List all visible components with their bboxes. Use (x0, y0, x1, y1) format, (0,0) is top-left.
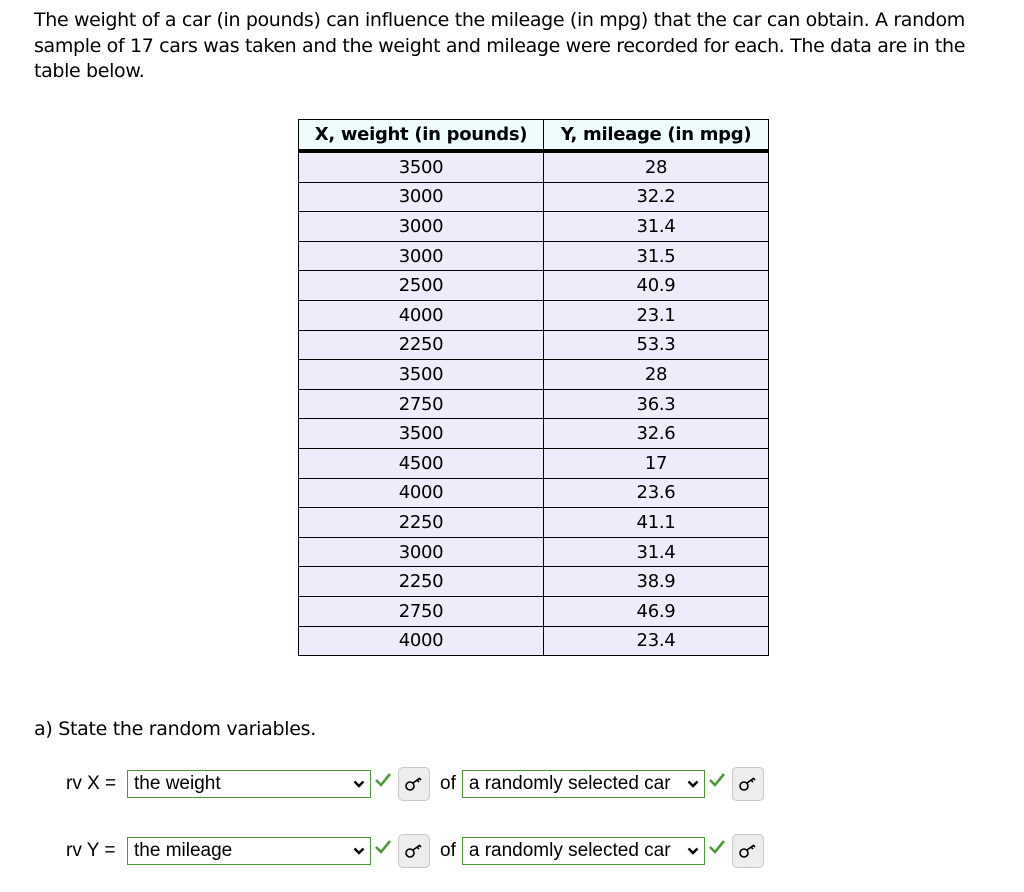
table-row: 2250 38.9 (298, 566, 769, 597)
mileage-cell: 28 (543, 150, 769, 183)
mileage-cell: 36.3 (543, 388, 769, 420)
weight-cell: 2500 (298, 270, 544, 301)
table-row: 3000 31.5 (298, 240, 769, 272)
table-row: 4500 17 (298, 447, 769, 479)
key-button[interactable] (731, 767, 764, 801)
chevron-down-icon (353, 780, 365, 788)
mileage-cell: 32.2 (543, 181, 769, 213)
mileage-cell: 53.3 (543, 329, 769, 361)
mileage-cell: 31.4 (543, 536, 769, 568)
rv-x-variable-select[interactable]: the weight (127, 770, 371, 798)
check-icon (375, 840, 392, 854)
data-table: X, weight (in pounds) Y, mileage (in mpg… (298, 119, 769, 657)
mileage-cell: 31.5 (543, 240, 769, 272)
mileage-cell: 17 (543, 447, 769, 479)
problem-statement: The weight of a car (in pounds) can infl… (34, 9, 966, 82)
rv-x-population-select[interactable]: a randomly selected car (461, 770, 705, 798)
mileage-cell: 46.9 (543, 595, 769, 627)
weight-cell: 4500 (298, 447, 544, 479)
chevron-down-icon (353, 847, 365, 855)
rv-x-row: rv X = the weight of a randomly selected… (66, 767, 764, 801)
weight-cell: 3500 (298, 359, 544, 390)
mileage-cell: 38.9 (543, 566, 769, 597)
rv-y-label: rv Y = (66, 840, 116, 861)
rv-y-population-value: a randomly selected car (468, 840, 671, 861)
mileage-cell: 41.1 (543, 507, 769, 538)
chevron-down-icon (687, 780, 699, 788)
weight-cell: 2250 (298, 507, 544, 538)
of-connector: of (440, 840, 456, 861)
weight-cell: 3500 (298, 418, 544, 449)
key-button[interactable] (731, 834, 764, 868)
rv-x-variable-value: the weight (134, 773, 221, 794)
mileage-cell: 40.9 (543, 270, 769, 301)
table-row: 2250 53.3 (298, 329, 769, 361)
weight-cell: 3000 (298, 181, 544, 213)
rv-y-population-select[interactable]: a randomly selected car (461, 837, 705, 865)
weight-cell: 3000 (298, 536, 544, 568)
weight-cell: 3000 (298, 211, 544, 242)
weight-cell: 2250 (298, 566, 544, 597)
weight-cell: 3000 (298, 240, 544, 272)
weight-cell: 2250 (298, 329, 544, 361)
key-icon (739, 844, 756, 858)
table-row: 3000 31.4 (298, 536, 769, 568)
key-icon (405, 844, 422, 858)
key-button[interactable] (398, 767, 430, 801)
rv-x-label: rv X = (66, 773, 117, 794)
weight-cell: 3500 (298, 150, 544, 183)
table-row: 4000 23.6 (298, 477, 769, 509)
mileage-cell: 23.4 (543, 625, 769, 657)
table-row: 4000 23.1 (298, 299, 769, 331)
mileage-cell: 23.1 (543, 299, 769, 331)
table-row: 2250 41.1 (298, 507, 769, 538)
weight-cell: 4000 (298, 477, 544, 509)
weight-cell: 2750 (298, 388, 544, 420)
rv-y-variable-select[interactable]: the mileage (127, 837, 371, 865)
key-icon (405, 777, 422, 791)
table-row: 2750 36.3 (298, 388, 769, 420)
check-icon (708, 840, 725, 854)
rv-x-population-value: a randomly selected car (468, 773, 671, 794)
weight-cell: 4000 (298, 299, 544, 331)
table-row: 3500 28 (298, 359, 769, 390)
mileage-cell: 23.6 (543, 477, 769, 509)
check-icon (375, 773, 392, 787)
table-row: 4000 23.4 (298, 625, 769, 657)
table-row: 3500 28 (298, 150, 769, 183)
column-header-weight: X, weight (in pounds) (298, 119, 544, 153)
question-a-prompt: a) State the random variables. (34, 718, 316, 740)
table-row: 2500 40.9 (298, 270, 769, 301)
rv-y-variable-value: the mileage (134, 840, 233, 861)
of-connector: of (440, 773, 456, 794)
key-button[interactable] (398, 834, 430, 868)
check-icon (708, 773, 725, 787)
table-row: 3500 32.6 (298, 418, 769, 449)
mileage-cell: 32.6 (543, 418, 769, 449)
mileage-cell: 31.4 (543, 211, 769, 242)
column-header-mileage: Y, mileage (in mpg) (543, 119, 769, 153)
rv-y-row: rv Y = the mileage of a randomly selecte… (66, 834, 764, 868)
table-header-row: X, weight (in pounds) Y, mileage (in mpg… (298, 119, 769, 153)
table-row: 2750 46.9 (298, 595, 769, 627)
key-icon (739, 777, 756, 791)
table-row: 3000 32.2 (298, 181, 769, 213)
weight-cell: 4000 (298, 625, 544, 657)
table-row: 3000 31.4 (298, 211, 769, 242)
chevron-down-icon (687, 847, 699, 855)
weight-cell: 2750 (298, 595, 544, 627)
mileage-cell: 28 (543, 359, 769, 390)
